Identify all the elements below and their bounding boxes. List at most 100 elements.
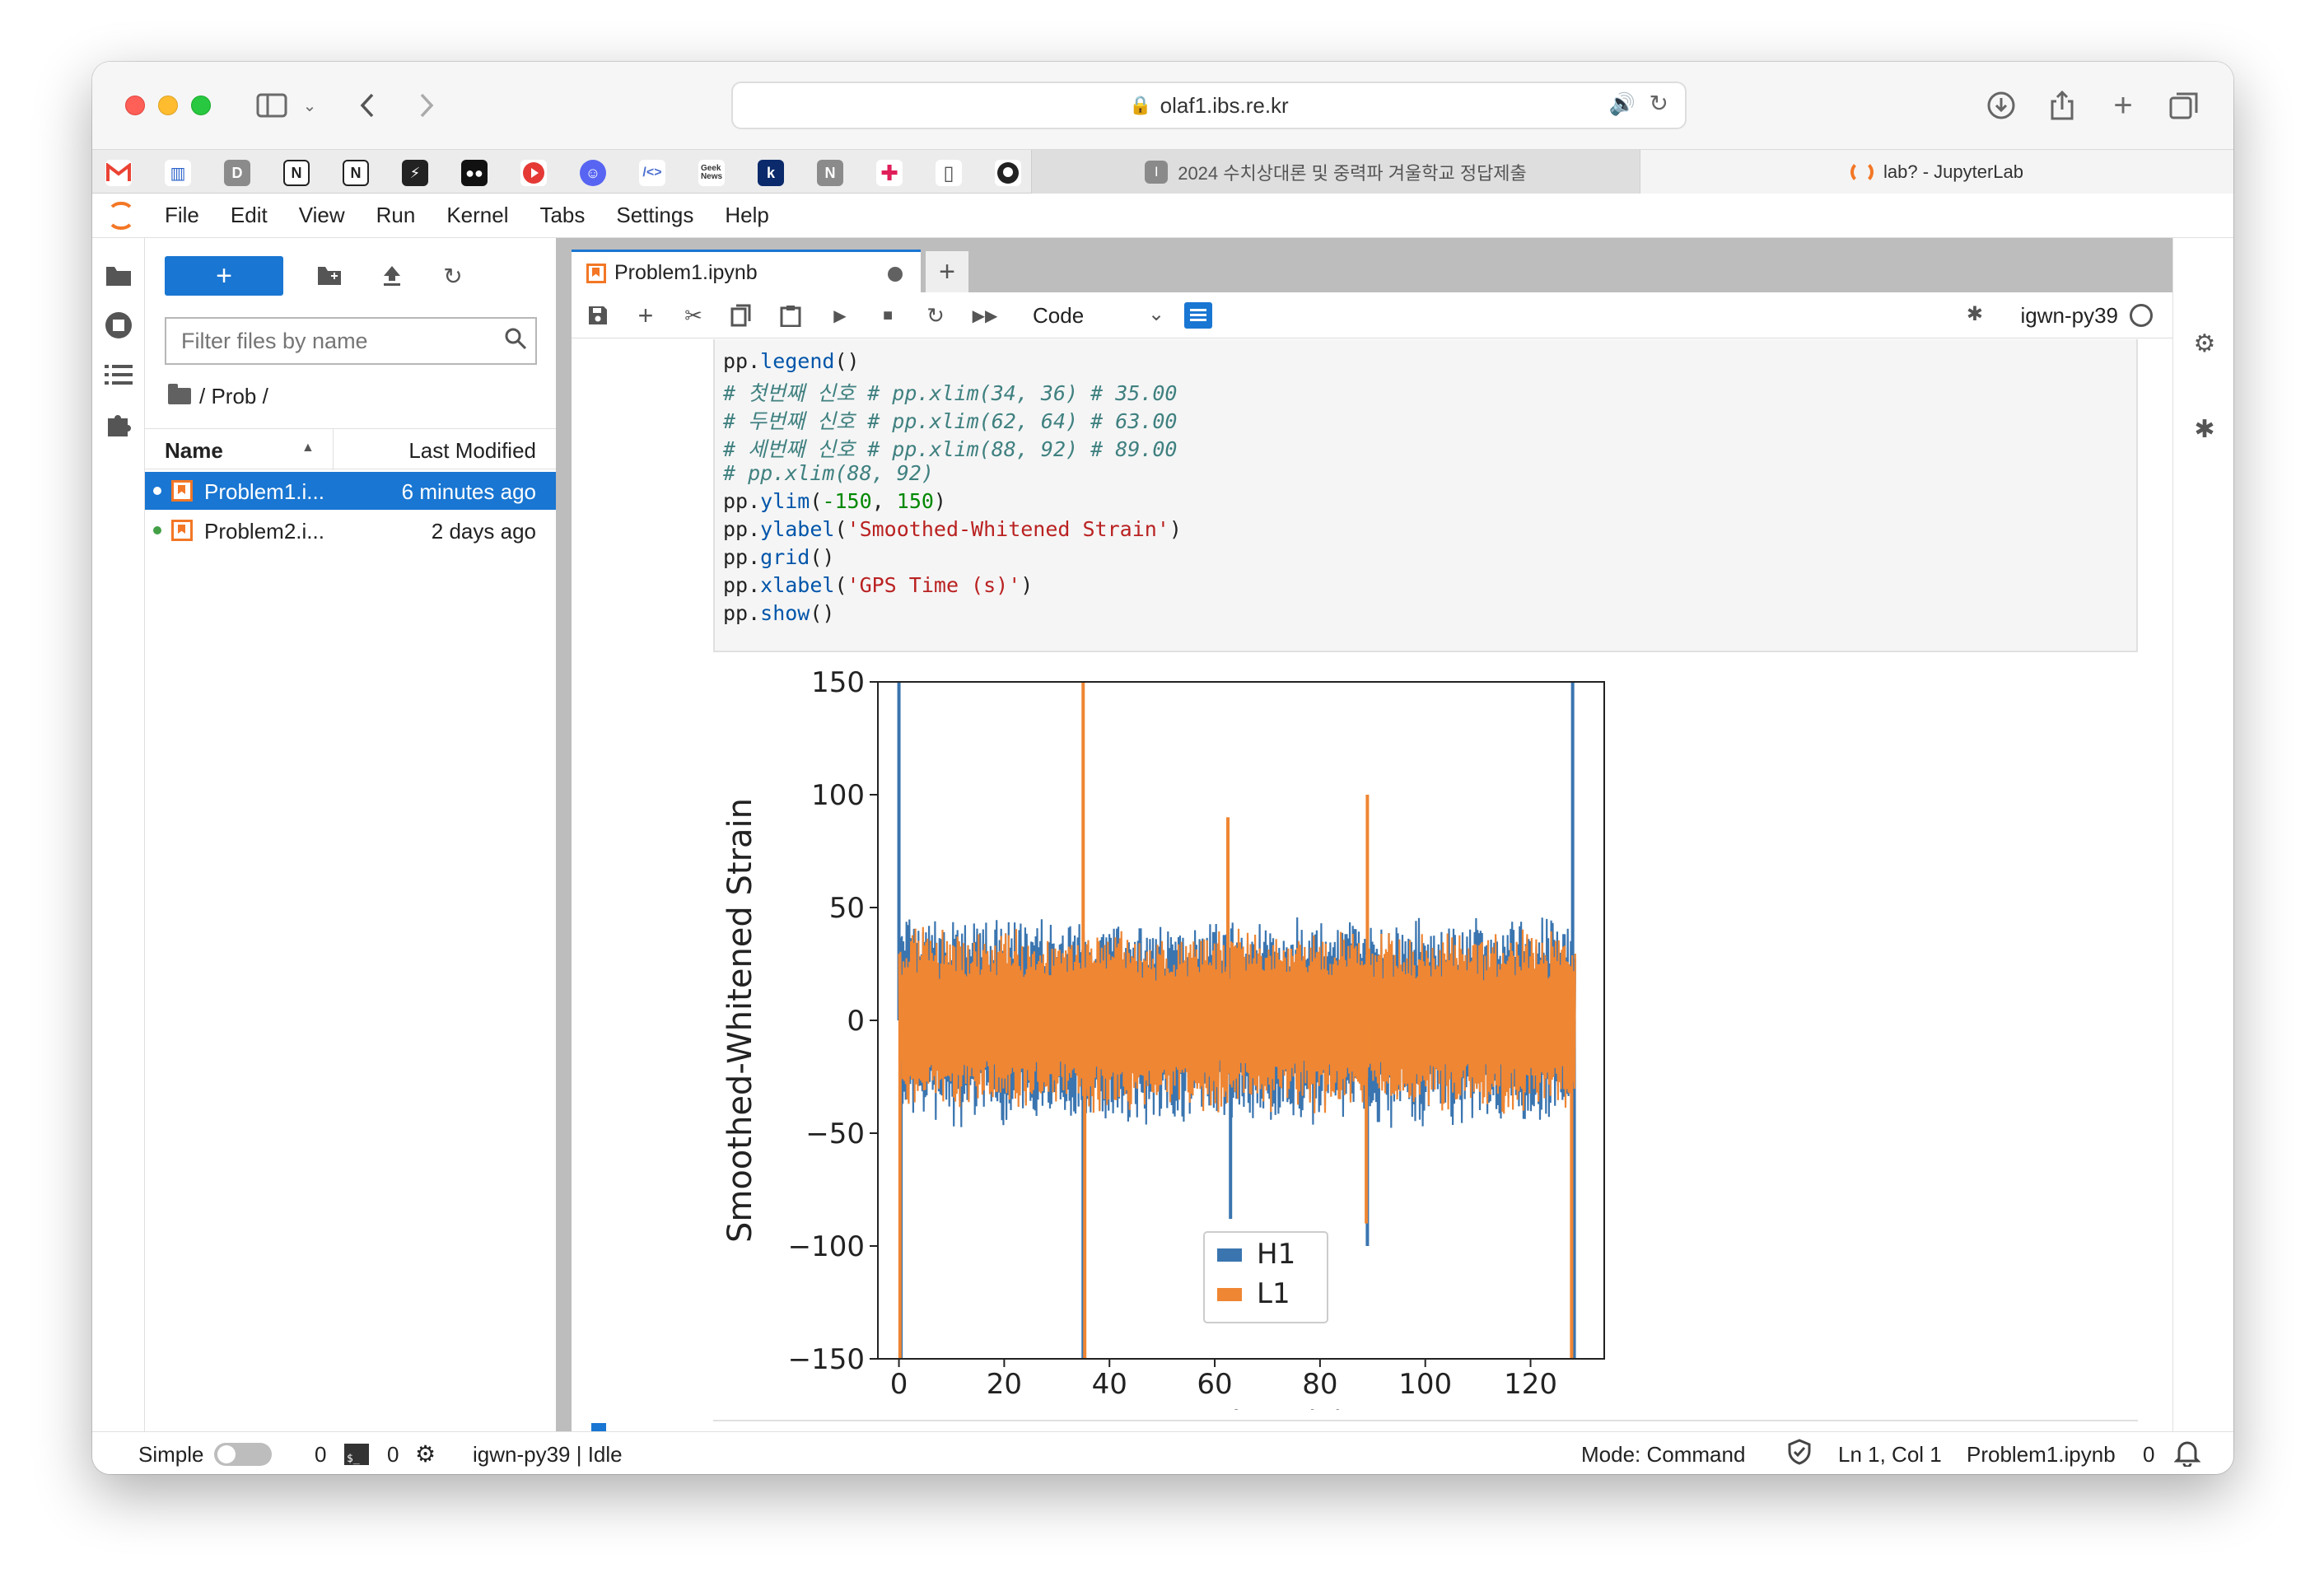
debugger-bug-icon[interactable]: ✱ xyxy=(1967,302,1983,326)
chevron-down-icon[interactable]: ⌄ xyxy=(1148,302,1164,326)
gmail-icon[interactable] xyxy=(105,160,132,186)
notion-icon-2[interactable]: N xyxy=(343,160,369,186)
reload-icon[interactable]: ↻ xyxy=(1650,90,1668,117)
tab-problem1-notebook[interactable]: Problem1.ipynb xyxy=(572,250,921,292)
new-launcher-button[interactable]: + xyxy=(165,256,283,296)
editor-mode[interactable]: Mode: Command xyxy=(1581,1442,1745,1468)
browser-window: ⌄ 🔒 olaf1.ibs.re.kr 🔊 ↻ + ▥ D N N ⚡ ●● ☺… xyxy=(92,62,2233,1474)
menu-settings[interactable]: Settings xyxy=(616,203,693,228)
column-name-header[interactable]: Name xyxy=(165,438,223,464)
close-window-button[interactable] xyxy=(125,96,145,115)
property-inspector-gears-icon[interactable]: ⚙ xyxy=(2190,329,2219,358)
shield-check-icon[interactable] xyxy=(1787,1439,1812,1471)
y-tick-label: 150 xyxy=(811,666,865,699)
code-cell[interactable]: pp.legend() # 첫번째 신호 # pp.xlim(34, 36) #… xyxy=(713,339,2138,652)
add-tab-button[interactable]: + xyxy=(926,251,968,292)
file-row[interactable]: Problem2.i... 2 days ago xyxy=(145,511,556,549)
bookmark-k-icon[interactable]: k xyxy=(758,160,784,186)
bookmark-n-icon[interactable]: N xyxy=(817,160,843,186)
chevron-down-icon[interactable]: ⌄ xyxy=(300,89,320,122)
x-tick-label: 0 xyxy=(890,1368,908,1401)
kernel-count[interactable]: 0 xyxy=(387,1442,399,1468)
cpu-chip-icon[interactable]: ⚙ xyxy=(415,1440,436,1468)
cell-type-select[interactable]: Code xyxy=(1033,303,1084,329)
notebook-panel: + ✂ ▶ ■ ↻ ▶▶ Code ⌄ ✱ igwn-py39 pp.legen… xyxy=(572,292,2172,1431)
restart-icon[interactable]: ↻ xyxy=(922,302,949,329)
zoom-window-button[interactable] xyxy=(191,96,211,115)
browser-titlebar: ⌄ 🔒 olaf1.ibs.re.kr 🔊 ↻ + xyxy=(92,62,2233,149)
unsaved-indicator-icon[interactable] xyxy=(888,267,903,282)
folder-icon[interactable] xyxy=(104,261,133,291)
menu-kernel[interactable]: Kernel xyxy=(446,203,508,228)
reader-icon[interactable]: ▯ xyxy=(936,160,962,186)
github-icon[interactable] xyxy=(995,160,1021,186)
audio-playing-icon[interactable]: 🔊 xyxy=(1609,91,1636,117)
bookmark-d-icon[interactable]: D xyxy=(224,160,250,186)
notification-count[interactable]: 0 xyxy=(2143,1442,2154,1468)
new-folder-icon[interactable] xyxy=(315,261,344,291)
slack-icon[interactable]: ✚ xyxy=(876,160,903,186)
running-kernels-icon[interactable] xyxy=(104,310,133,340)
code-bookmark-icon[interactable]: /<> xyxy=(639,160,665,186)
code-line: pp.show() xyxy=(723,601,835,625)
upload-icon[interactable] xyxy=(377,261,407,291)
debugger-icon[interactable]: ✱ xyxy=(2190,414,2219,444)
tab-label: 2024 수치상대론 및 중력파 겨울학교 정답제출 xyxy=(1178,163,1527,184)
menu-edit[interactable]: Edit xyxy=(231,203,268,228)
running-indicator xyxy=(153,487,161,495)
stop-icon[interactable]: ■ xyxy=(875,302,901,329)
menu-view[interactable]: View xyxy=(299,203,345,228)
terminal-icon[interactable]: $_ xyxy=(344,1444,369,1465)
y-tick-label: 0 xyxy=(847,1005,865,1038)
notion-icon[interactable]: N xyxy=(283,160,310,186)
simple-mode-toggle[interactable] xyxy=(214,1443,272,1466)
kernel-name[interactable]: igwn-py39 xyxy=(2020,303,2118,329)
column-modified-header[interactable]: Last Modified xyxy=(408,438,536,464)
fast-forward-icon[interactable]: ▶▶ xyxy=(972,302,998,329)
file-row[interactable]: Problem1.i... 6 minutes ago xyxy=(145,472,556,510)
table-of-contents-icon[interactable] xyxy=(104,360,133,390)
menu-run[interactable]: Run xyxy=(376,203,416,228)
breadcrumb[interactable]: / Prob / xyxy=(168,380,268,413)
cut-icon[interactable]: ✂ xyxy=(680,302,707,329)
forward-button[interactable] xyxy=(413,89,440,122)
tab-overview-icon[interactable] xyxy=(2168,89,2200,122)
youtube-music-icon[interactable] xyxy=(520,160,547,186)
kernel-status-icon xyxy=(2130,304,2153,327)
medium-icon[interactable]: ●● xyxy=(461,160,488,186)
discord-icon[interactable]: ☺ xyxy=(580,160,606,186)
insert-cell-icon[interactable]: + xyxy=(632,301,659,330)
terminal-count[interactable]: 0 xyxy=(315,1442,326,1468)
tab-label: Problem1.ipynb xyxy=(614,261,758,284)
file-modified: 6 minutes ago xyxy=(401,479,536,504)
run-icon[interactable]: ▶ xyxy=(827,302,853,329)
bookmark-app-icon[interactable]: ⚡ xyxy=(402,160,428,186)
share-icon[interactable] xyxy=(2046,89,2079,122)
save-icon[interactable] xyxy=(585,302,611,329)
notebook-content[interactable]: pp.legend() # 첫번째 신호 # pp.xlim(34, 36) #… xyxy=(572,339,2172,1431)
back-button[interactable] xyxy=(354,89,380,122)
tab-jupyterlab[interactable]: lab? - JupyterLab xyxy=(1640,150,2233,194)
filter-files-input[interactable] xyxy=(165,317,537,365)
new-tab-icon[interactable]: + xyxy=(2107,87,2140,124)
tab-winter-school[interactable]: I 2024 수치상대론 및 중력파 겨울학교 정답제출 xyxy=(1031,150,1640,194)
cursor-position[interactable]: Ln 1, Col 1 xyxy=(1838,1442,1942,1468)
property-inspector-icon[interactable] xyxy=(1184,302,1212,329)
download-icon[interactable] xyxy=(1985,89,2018,122)
menu-help[interactable]: Help xyxy=(725,203,768,228)
paste-icon[interactable] xyxy=(777,302,804,329)
minimize-window-button[interactable] xyxy=(158,96,178,115)
main-dock-area: Problem1.ipynb + + ✂ ▶ ■ ↻ ▶▶ Code ⌄ ✱ i… xyxy=(558,238,2172,1431)
sidebar-toggle-icon[interactable] xyxy=(254,89,290,122)
address-bar[interactable]: 🔒 olaf1.ibs.re.kr 🔊 ↻ xyxy=(731,82,1687,129)
bell-icon[interactable] xyxy=(2173,1439,2201,1472)
folder-icon xyxy=(168,384,191,404)
kernel-state[interactable]: igwn-py39 | Idle xyxy=(473,1442,623,1468)
refresh-icon[interactable]: ↻ xyxy=(438,261,468,291)
menu-tabs[interactable]: Tabs xyxy=(539,203,585,228)
copy-icon[interactable] xyxy=(728,302,754,329)
menu-file[interactable]: File xyxy=(165,203,199,228)
extension-puzzle-icon[interactable] xyxy=(104,409,133,439)
barcode-bookmark-icon[interactable]: ▥ xyxy=(165,160,191,186)
geeknews-icon[interactable]: Geek News xyxy=(698,160,725,186)
